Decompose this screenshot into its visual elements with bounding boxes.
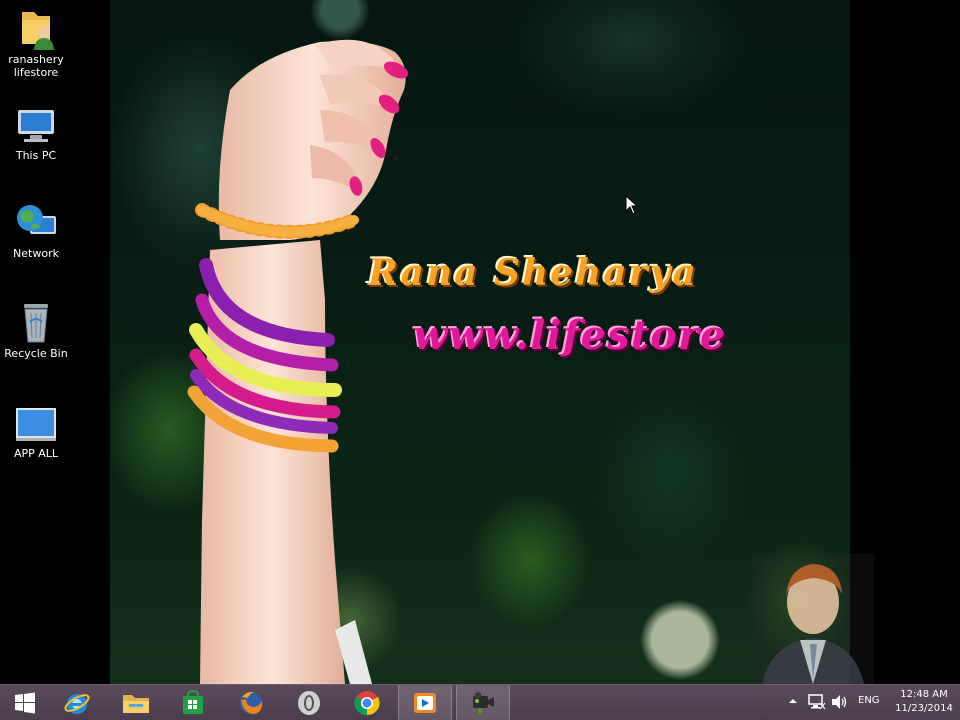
- clock-date: 11/23/2014: [895, 703, 953, 714]
- chevron-up-icon[interactable]: [788, 696, 798, 706]
- desktop-icon-label: APP ALL: [13, 447, 59, 460]
- taskbar: ENG 12:48 AM 11/23/2014: [0, 684, 960, 720]
- recycle-bin-icon: [24, 304, 48, 343]
- wallpaper-site-text: www.lifestore: [413, 312, 727, 359]
- media-player-icon: [414, 692, 436, 713]
- clock-time: 12:48 AM: [900, 689, 948, 700]
- monitor-shortcut-icon: [16, 408, 56, 441]
- ie-icon: [64, 693, 90, 714]
- taskbar-camtasia-recorder[interactable]: [456, 685, 510, 720]
- opera-icon: [298, 690, 320, 715]
- taskbar-media-player[interactable]: [398, 685, 452, 720]
- desktop-icon-this-pc[interactable]: This PC: [2, 106, 70, 162]
- desktop[interactable]: Rana Sheharya www.lifestore ranashery li…: [0, 0, 960, 684]
- computer-icon: [18, 110, 54, 142]
- input-language-indicator[interactable]: ENG: [858, 695, 880, 706]
- taskbar-clock[interactable]: 12:48 AM 11/23/2014: [892, 688, 956, 716]
- desktop-icon-label: Recycle Bin: [4, 347, 68, 360]
- desktop-icon-network[interactable]: Network: [2, 202, 70, 260]
- webcam-overlay-person: [752, 554, 874, 684]
- desktop-icon-user-folder[interactable]: ranashery lifestore: [2, 6, 70, 79]
- taskbar-firefox[interactable]: [224, 685, 278, 720]
- taskbar-store[interactable]: [166, 685, 220, 720]
- desktop-icon-label: ranashery lifestore: [8, 53, 64, 79]
- desktop-icon-app-all[interactable]: APP ALL: [2, 404, 70, 460]
- taskbar-chrome[interactable]: [340, 685, 394, 720]
- wallpaper: Rana Sheharya www.lifestore: [110, 0, 850, 684]
- desktop-icon-recycle-bin[interactable]: Recycle Bin: [2, 300, 70, 360]
- camera-icon: [473, 691, 494, 714]
- folder-icon: [123, 694, 149, 713]
- desktop-icon-label: This PC: [15, 149, 57, 162]
- firefox-icon: [240, 691, 263, 714]
- chrome-icon: [354, 690, 380, 715]
- user-folder-icon: [22, 12, 54, 50]
- windows-logo-icon: [15, 692, 35, 713]
- network-status-icon[interactable]: [808, 694, 826, 710]
- mouse-cursor-icon: [625, 195, 639, 215]
- volume-icon[interactable]: [830, 694, 848, 710]
- taskbar-internet-explorer[interactable]: [50, 685, 104, 720]
- taskbar-file-explorer[interactable]: [109, 685, 163, 720]
- taskbar-opera[interactable]: [282, 685, 336, 720]
- start-button[interactable]: [0, 685, 50, 720]
- network-globe-icon: [17, 205, 56, 234]
- wallpaper-name-text: Rana Sheharya: [368, 252, 698, 294]
- store-bag-icon: [183, 689, 203, 714]
- desktop-icon-label: Network: [13, 247, 59, 260]
